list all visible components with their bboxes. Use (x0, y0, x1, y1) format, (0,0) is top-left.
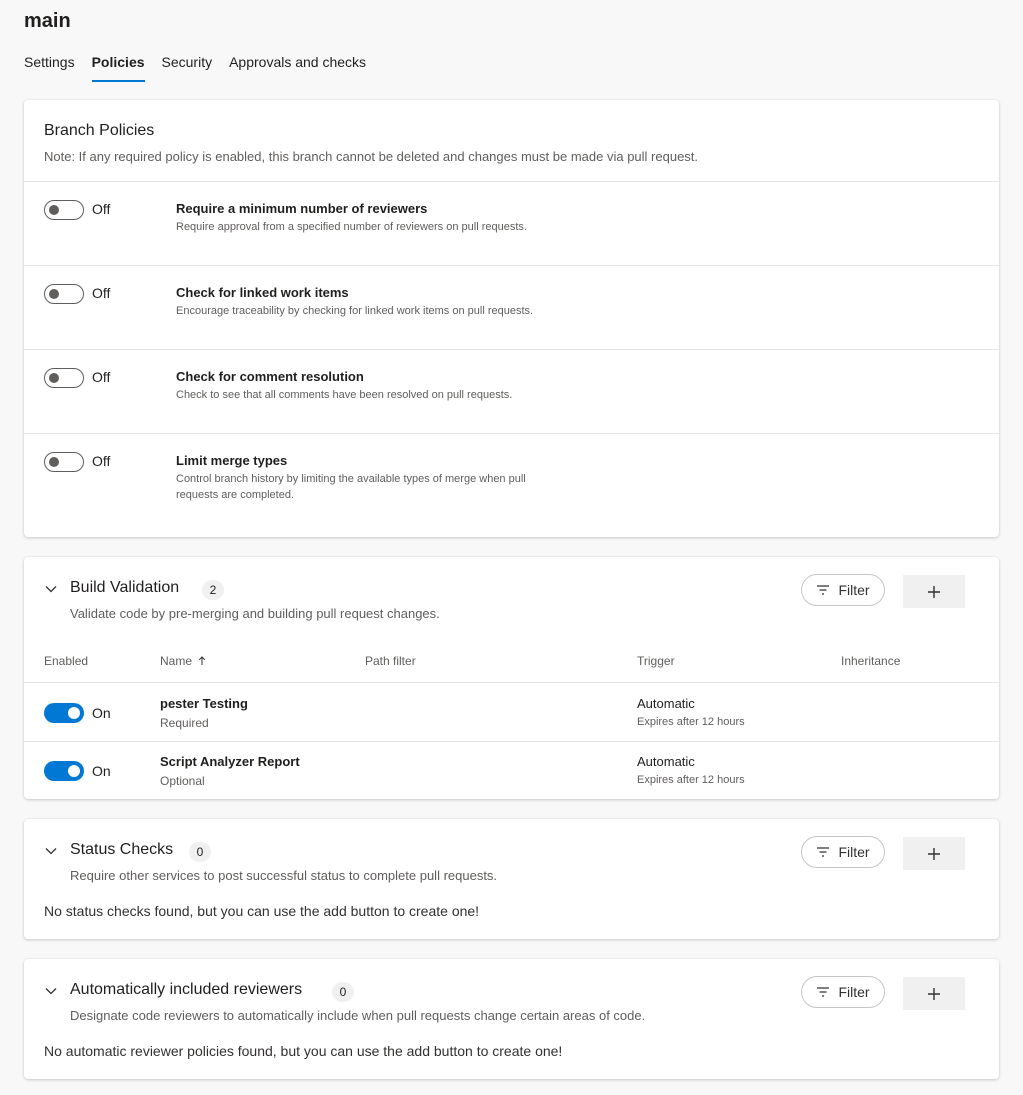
chevron-down-icon[interactable] (44, 984, 58, 998)
policy-row-limit-merge-types: Off Limit merge types Control branch his… (24, 434, 999, 518)
policy-row-linked-work-items: Off Check for linked work items Encourag… (24, 266, 999, 350)
status-checks-title: Status Checks (70, 841, 174, 858)
policy-description: Require approval from a specified number… (176, 221, 527, 233)
sort-ascending-icon (199, 656, 206, 665)
column-header-inheritance[interactable]: Inheritance (841, 654, 900, 668)
build-validation-description: Validate code by pre-merging and buildin… (70, 606, 440, 621)
column-header-path-filter[interactable]: Path filter (365, 654, 416, 668)
policy-row-minimum-reviewers: Off Require a minimum number of reviewer… (24, 182, 999, 266)
build-validation-card: Build Validation 2 Validate code by pre-… (24, 557, 999, 799)
policy-description: Encourage traceability by checking for l… (176, 305, 534, 317)
status-checks-filter-button[interactable]: Filter (801, 836, 885, 868)
chevron-down-icon[interactable] (44, 844, 58, 858)
policy-title: Require a minimum number of reviewers (176, 201, 428, 216)
add-build-policy-button[interactable] (903, 575, 965, 608)
policy-description: Control branch history by limiting the a… (176, 473, 526, 501)
filter-label: Filter (838, 844, 870, 860)
branch-policies-title: Branch Policies (44, 122, 155, 139)
build-policy-trigger: Automatic (637, 696, 695, 711)
column-header-name-label: Name (160, 654, 193, 668)
add-status-check-button[interactable] (903, 837, 965, 870)
plus-icon (928, 987, 940, 1000)
script-analyzer-toggle[interactable] (44, 761, 84, 781)
linked-work-items-toggle[interactable] (44, 284, 84, 304)
build-policy-expiration: Expires after 12 hours (637, 716, 745, 728)
add-auto-reviewer-button[interactable] (903, 977, 965, 1010)
comment-resolution-toggle[interactable] (44, 368, 84, 388)
limit-merge-types-toggle[interactable] (44, 452, 84, 472)
filter-label: Filter (838, 984, 870, 1000)
tab-approvals-and-checks[interactable]: Approvals and checks (229, 52, 366, 84)
policy-title: Check for linked work items (176, 285, 349, 300)
auto-reviewers-count-badge: 0 (332, 982, 354, 1002)
column-header-name[interactable]: Name (160, 654, 206, 668)
build-policy-requirement: Optional (160, 774, 205, 788)
column-header-enabled[interactable]: Enabled (44, 654, 88, 668)
branch-policies-card: Branch Policies Note: If any required po… (24, 100, 999, 537)
plus-icon (928, 847, 940, 860)
status-checks-count-badge: 0 (189, 842, 211, 862)
tab-settings[interactable]: Settings (24, 52, 75, 84)
plus-icon (928, 585, 940, 598)
build-policy-trigger: Automatic (637, 754, 695, 769)
filter-icon (817, 987, 830, 997)
policy-row-comment-resolution: Off Check for comment resolution Check t… (24, 350, 999, 434)
build-policy-expiration: Expires after 12 hours (637, 774, 745, 786)
toggle-state-label: Off (92, 453, 111, 469)
auto-reviewers-card: Automatically included reviewers 0 Desig… (24, 959, 999, 1079)
auto-reviewers-filter-button[interactable]: Filter (801, 976, 885, 1008)
table-row[interactable]: On pester Testing Required Automatic Exp… (24, 683, 999, 741)
policy-title: Limit merge types (176, 453, 288, 468)
column-header-trigger[interactable]: Trigger (637, 654, 675, 668)
filter-icon (817, 847, 830, 857)
toggle-state-label: Off (92, 201, 111, 217)
build-validation-title: Build Validation (70, 579, 180, 596)
pester-testing-toggle[interactable] (44, 703, 84, 723)
filter-icon (817, 585, 830, 595)
auto-reviewers-title: Automatically included reviewers (70, 981, 303, 998)
tab-bar: Settings Policies Security Approvals and… (24, 52, 383, 84)
status-checks-empty-message: No status checks found, but you can use … (44, 903, 480, 919)
toggle-state-label: On (92, 705, 111, 721)
filter-label: Filter (838, 582, 870, 598)
build-policy-requirement: Required (160, 716, 209, 730)
policy-description: Check to see that all comments have been… (176, 389, 513, 401)
table-row[interactable]: On Script Analyzer Report Optional Autom… (24, 741, 999, 799)
toggle-state-label: On (92, 763, 111, 779)
status-checks-description: Require other services to post successfu… (70, 868, 498, 883)
page-title: main (24, 10, 71, 32)
build-validation-filter-button[interactable]: Filter (801, 574, 885, 606)
auto-reviewers-description: Designate code reviewers to automaticall… (70, 1008, 646, 1023)
tab-security[interactable]: Security (162, 52, 213, 84)
policy-title: Check for comment resolution (176, 369, 364, 384)
tab-policies[interactable]: Policies (91, 52, 145, 84)
toggle-state-label: Off (92, 285, 111, 301)
toggle-state-label: Off (92, 369, 111, 385)
branch-policies-note: Note: If any required policy is enabled,… (44, 149, 699, 164)
build-validation-count-badge: 2 (202, 580, 224, 600)
status-checks-card: Status Checks 0 Require other services t… (24, 819, 999, 939)
minimum-reviewers-toggle[interactable] (44, 200, 84, 220)
build-policy-name[interactable]: Script Analyzer Report (160, 754, 300, 769)
build-policy-name[interactable]: pester Testing (160, 696, 248, 711)
chevron-down-icon[interactable] (44, 582, 58, 596)
auto-reviewers-empty-message: No automatic reviewer policies found, bu… (44, 1043, 563, 1059)
